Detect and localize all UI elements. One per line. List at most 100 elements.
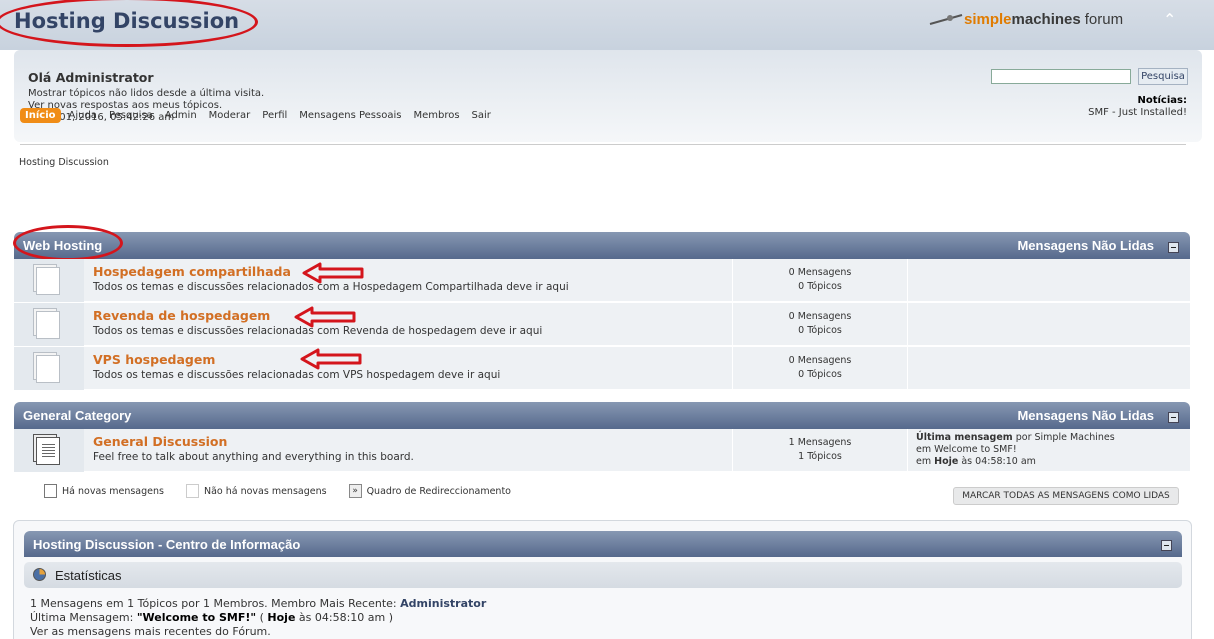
stats-title[interactable]: Estatísticas [55,568,121,583]
board-stats: 1 Mensagens 1 Tópicos [732,429,908,472]
news-title: Notícias: [1137,95,1187,106]
stats-line2-day: Hoje [267,611,296,624]
news-text: SMF - Just Installed! [1088,107,1187,118]
logo-machines: machines [1011,10,1081,28]
last-post-label: Última mensagem [916,432,1013,443]
menu-item-perfil[interactable]: Perfil [262,110,287,121]
annotation-circle [13,225,123,261]
latest-post-link[interactable]: "Welcome to SMF!" [137,611,256,624]
board-row: General Discussion Feel free to talk abo… [14,429,1190,472]
category-header-general: General Category Mensagens Não Lidas [14,402,1190,429]
post-count: 1 Mensagens [788,437,852,448]
menu-item-admin[interactable]: Admin [165,110,197,121]
post-count: 0 Mensagens [788,267,852,278]
search-input[interactable] [991,69,1131,84]
last-post-time: às 04:58:10 am [961,456,1036,467]
logo-forum: forum [1084,10,1124,28]
redirect-icon: » [348,484,362,498]
menu-item-inicio[interactable]: Início [20,108,61,123]
topic-count: 0 Tópicos [798,281,842,292]
board-icon-cell [14,429,84,472]
no-new-posts-icon [36,355,60,383]
stats-header: Estatísticas [24,562,1182,588]
menu-item-sair[interactable]: Sair [472,110,491,121]
menu-item-mensagens[interactable]: Mensagens Pessoais [299,110,401,121]
board-name[interactable]: VPS hospedagem [93,352,215,367]
annotation-arrow-icon [300,348,362,370]
no-new-posts-icon [36,311,60,339]
header-bar: Hosting Discussion simple machines forum… [0,0,1214,50]
topic-count: 0 Tópicos [798,325,842,336]
category-header-web-hosting: Web Hosting Mensagens Não Lidas [14,232,1190,259]
new-posts-icon [36,437,60,465]
legend-redirect-label: Quadro de Redireccionamento [366,485,511,497]
new-posts-icon [44,484,57,498]
stats-line2-prefix: Última Mensagem: [30,611,134,624]
collapse-icon[interactable] [1168,412,1179,423]
category-name[interactable]: General Category [23,408,131,423]
collapse-icon[interactable] [1161,540,1172,551]
menu-divider [20,144,1186,145]
info-center-header: Hosting Discussion - Centro de Informaçã… [24,531,1182,557]
board-stats: 0 Mensagens 0 Tópicos [732,347,908,390]
last-post-day: Hoje [934,456,959,467]
annotation-circle [0,0,258,47]
no-new-posts-icon [36,267,60,295]
main-menu: Início Ajuda Pesquisa Admin Moderar Perf… [20,108,503,123]
board-stats: 0 Mensagens 0 Tópicos [732,259,908,302]
board-row: Revenda de hospedagem Todos os temas e d… [14,303,1190,346]
board-icon-cell [14,347,84,390]
user-greeting: Olá Administrator [28,70,154,85]
topic-count: 1 Tópicos [798,451,842,462]
recent-posts-link[interactable]: Ver as mensagens mais recentes do Fórum. [30,625,486,639]
annotation-arrow-icon [294,306,356,328]
no-new-posts-icon [185,484,199,498]
content-wrapper: Olá Administrator Mostrar tópicos não li… [0,50,1214,639]
board-description: Todos os temas e discussões relacionadas… [93,369,501,381]
info-center-title: Hosting Discussion - Centro de Informaçã… [33,537,301,552]
last-post-when-prefix: em [916,456,932,467]
stats-lines: 1 Mensagens em 1 Tópicos por 1 Membros. … [30,597,486,639]
board-name[interactable]: Revenda de hospedagem [93,308,270,323]
unread-topics-link[interactable]: Mostrar tópicos não lidos desde a última… [28,88,264,100]
post-count: 0 Mensagens [788,311,852,322]
stats-line2-time: às 04:58:10 am ) [298,611,394,624]
legend-none-label: Não há novas mensagens [203,485,327,497]
menu-item-ajuda[interactable]: Ajuda [69,110,97,121]
menu-item-pesquisa[interactable]: Pesquisa [109,110,153,121]
user-section: Olá Administrator Mostrar tópicos não li… [14,50,1202,142]
last-post-info: Última mensagem por Simple Machines em W… [916,432,1115,468]
mark-all-read-button[interactable]: MARCAR TODAS AS MENSAGENS COMO LIDAS [953,487,1179,505]
collapse-icon[interactable] [1168,242,1179,253]
topic-count: 0 Tópicos [798,369,842,380]
unread-link[interactable]: Mensagens Não Lidas [1017,238,1154,253]
board-row: Hospedagem compartilhada Todos os temas … [14,259,1190,302]
last-post-topic[interactable]: em Welcome to SMF! [916,444,1115,456]
legend-item: Há novas mensagens [44,484,164,498]
gear-arm-icon [929,14,963,25]
board-description: Feel free to talk about anything and eve… [93,451,414,463]
breadcrumb[interactable]: Hosting Discussion [19,157,109,168]
legend-item: Não há novas mensagens [185,484,327,498]
board-legend: Há novas mensagens Não há novas mensagen… [44,484,533,498]
board-icon-cell [14,259,84,302]
stats-line2-open: ( [259,611,264,624]
smf-logo[interactable]: simple machines forum [928,8,1123,30]
board-icon-cell [14,303,84,346]
last-post-author[interactable]: por Simple Machines [1016,432,1115,443]
unread-link[interactable]: Mensagens Não Lidas [1017,408,1154,423]
info-center: Hosting Discussion - Centro de Informaçã… [13,520,1192,639]
stats-line1-prefix: 1 Mensagens em 1 Tópicos por 1 Membros. … [30,597,397,610]
logo-simple: simple [964,10,1012,28]
menu-item-membros[interactable]: Membros [413,110,459,121]
latest-member-link[interactable]: Administrator [400,597,486,610]
board-name[interactable]: General Discussion [93,434,227,449]
annotation-arrow-icon [302,262,364,284]
collapse-header-icon[interactable]: ⌃ [1163,10,1176,29]
board-stats: 0 Mensagens 0 Tópicos [732,303,908,346]
board-row: VPS hospedagem Todos os temas e discussõ… [14,347,1190,390]
legend-item: » Quadro de Redireccionamento [348,484,511,498]
menu-item-moderar[interactable]: Moderar [209,110,251,121]
board-name[interactable]: Hospedagem compartilhada [93,264,291,279]
search-button[interactable]: Pesquisa [1138,68,1188,85]
